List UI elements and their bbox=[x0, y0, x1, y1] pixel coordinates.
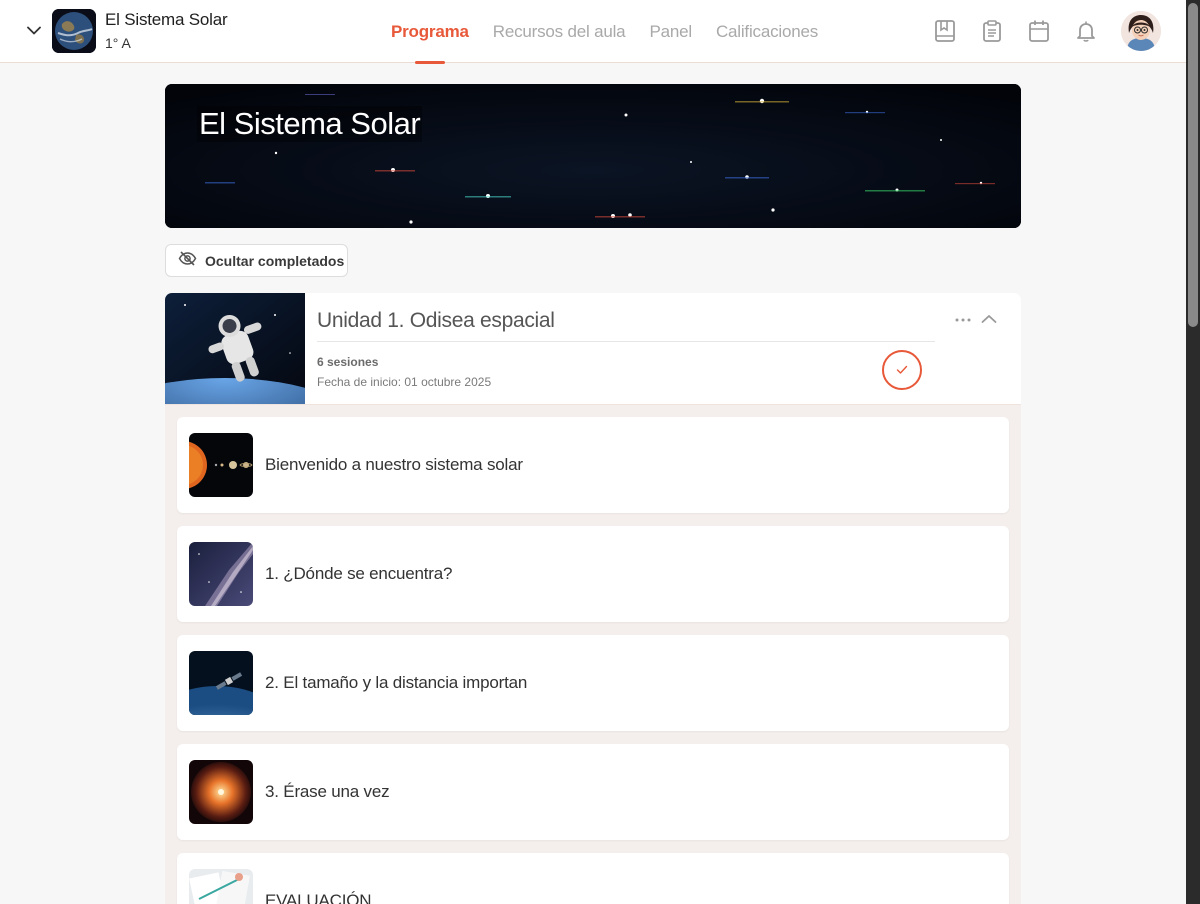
course-title: El Sistema Solar bbox=[105, 10, 228, 29]
session-item[interactable]: EVALUACIÓN bbox=[177, 853, 1009, 904]
session-name: 2. El tamaño y la distancia importan bbox=[265, 673, 528, 692]
session-item[interactable]: 2. El tamaño y la distancia importan bbox=[177, 635, 1009, 731]
course-earth-thumbnail[interactable] bbox=[52, 9, 96, 53]
tab-programa[interactable]: Programa bbox=[391, 0, 469, 64]
unit-session-count: 6 sesiones bbox=[317, 355, 379, 369]
session-thumbnail-solar-system bbox=[189, 433, 253, 497]
page-scrollbar-thumb[interactable] bbox=[1188, 3, 1198, 327]
unit-card: Unidad 1. Odisea espacial 6 sesiones Fec… bbox=[165, 293, 1021, 904]
hide-completed-label: Ocultar completados bbox=[205, 252, 345, 269]
page-scrollbar[interactable] bbox=[1186, 0, 1200, 904]
session-thumbnail-evaluation bbox=[189, 869, 253, 904]
session-item[interactable]: 3. Érase una vez bbox=[177, 744, 1009, 840]
top-bar: El Sistema Solar 1° A Programa Recursos … bbox=[0, 0, 1186, 64]
user-avatar[interactable] bbox=[1121, 11, 1161, 51]
unit-divider bbox=[317, 341, 935, 342]
course-banner: El Sistema Solar bbox=[165, 84, 1021, 228]
hide-completed-button[interactable]: Ocultar completados bbox=[165, 244, 348, 277]
unit-header[interactable]: Unidad 1. Odisea espacial 6 sesiones Fec… bbox=[165, 293, 1021, 405]
session-name: Bienvenido a nuestro sistema solar bbox=[265, 455, 523, 474]
course-switcher-chevron-down-icon[interactable] bbox=[24, 20, 44, 40]
more-options-icon[interactable] bbox=[954, 309, 972, 331]
collapse-chevron-up-icon[interactable] bbox=[979, 309, 999, 329]
session-item[interactable]: 1. ¿Dónde se encuentra? bbox=[177, 526, 1009, 622]
bookmark-book-icon[interactable] bbox=[933, 19, 957, 43]
session-thumbnail-nebula bbox=[189, 760, 253, 824]
session-name: 1. ¿Dónde se encuentra? bbox=[265, 564, 453, 583]
course-group: 1° A bbox=[105, 35, 131, 51]
bell-icon[interactable] bbox=[1074, 19, 1098, 43]
tab-calificaciones[interactable]: Calificaciones bbox=[716, 0, 818, 63]
session-name: 3. Érase una vez bbox=[265, 782, 390, 801]
session-thumbnail-milky-way bbox=[189, 542, 253, 606]
banner-title: El Sistema Solar bbox=[197, 106, 423, 142]
session-item[interactable]: Bienvenido a nuestro sistema solar bbox=[177, 417, 1009, 513]
tab-panel[interactable]: Panel bbox=[649, 0, 692, 63]
unit-start-date: Fecha de inicio: 01 octubre 2025 bbox=[317, 375, 492, 389]
calendar-icon[interactable] bbox=[1027, 19, 1051, 43]
session-thumbnail-satellite-earth bbox=[189, 651, 253, 715]
tab-recursos-del-aula[interactable]: Recursos del aula bbox=[493, 0, 626, 63]
unit-completed-check-icon[interactable] bbox=[882, 350, 922, 390]
main-nav: Programa Recursos del aula Panel Calific… bbox=[391, 0, 818, 64]
unit-title: Unidad 1. Odisea espacial bbox=[317, 309, 555, 332]
unit-astronaut-thumbnail bbox=[165, 293, 305, 404]
eye-slash-icon bbox=[178, 250, 197, 271]
clipboard-icon[interactable] bbox=[980, 19, 1004, 43]
toolbar-icons bbox=[933, 19, 1098, 43]
session-name: EVALUACIÓN bbox=[265, 891, 372, 904]
